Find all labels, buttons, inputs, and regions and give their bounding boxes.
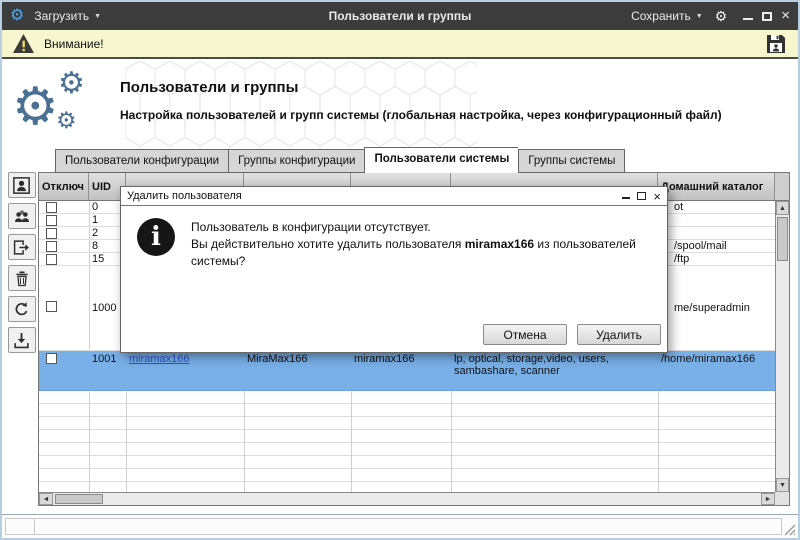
minimize-button[interactable] bbox=[743, 11, 753, 21]
save-menu-button[interactable]: Сохранить ▼ bbox=[631, 9, 703, 23]
confirm-delete-button[interactable]: Удалить bbox=[577, 324, 661, 345]
home-dir-cell bbox=[658, 214, 775, 226]
status-divider bbox=[34, 518, 35, 535]
row-checkbox[interactable] bbox=[46, 228, 57, 239]
scroll-right-button[interactable]: ► bbox=[761, 493, 775, 505]
tab-users-system[interactable]: Пользователи системы bbox=[364, 147, 518, 173]
module-gears-icon: ⚙ ⚙ ⚙ bbox=[12, 69, 104, 145]
row-checkbox[interactable] bbox=[46, 301, 57, 312]
row-checkbox[interactable] bbox=[46, 202, 57, 213]
users-group-icon bbox=[13, 208, 31, 224]
groups-button[interactable] bbox=[8, 203, 36, 229]
refresh-button[interactable] bbox=[8, 296, 36, 322]
home-dir-cell: /spool/mail bbox=[658, 240, 775, 252]
home-dir-cell bbox=[658, 227, 775, 239]
delete-user-dialog: Удалить пользователя × i Пользователь в … bbox=[120, 186, 668, 353]
app-window: ⚙ Загрузить ▼ Пользователи и группы Сохр… bbox=[0, 0, 800, 540]
window-controls: × bbox=[743, 11, 790, 21]
home-dir-cell: ot bbox=[658, 201, 775, 213]
home-dir-cell: /ftp bbox=[658, 253, 775, 265]
dialog-message: Пользователь в конфигурации отсутствует.… bbox=[191, 218, 649, 270]
main-content: ⚙ ⚙ ⚙ Пользователи и группы Настройка по… bbox=[2, 59, 798, 514]
header-corner bbox=[775, 173, 789, 200]
delete-button[interactable] bbox=[8, 265, 36, 291]
horizontal-scrollbar[interactable]: ◄ ► bbox=[39, 492, 775, 505]
resize-grip-icon[interactable] bbox=[783, 523, 796, 536]
settings-gear-icon[interactable]: ⚙ bbox=[715, 9, 728, 23]
vertical-scrollbar[interactable]: ▲ ▼ bbox=[775, 201, 789, 492]
home-dir-cell: me/superadmin bbox=[658, 302, 775, 314]
col-disabled[interactable]: Отключ bbox=[39, 173, 89, 200]
home-dir-cell: /home/miramax166 bbox=[658, 351, 775, 390]
hexagon-pattern bbox=[125, 61, 477, 153]
empty-rows bbox=[39, 391, 775, 492]
row-checkbox[interactable] bbox=[46, 254, 57, 265]
dialog-body: i Пользователь в конфигурации отсутствуе… bbox=[121, 206, 667, 270]
dialog-message-line2: Вы действительно хотите удалить пользова… bbox=[191, 236, 649, 270]
tab-groups-system[interactable]: Группы системы bbox=[518, 149, 625, 173]
app-gear-icon: ⚙ bbox=[10, 8, 24, 24]
download-button[interactable] bbox=[8, 327, 36, 353]
page-subtitle: Настройка пользователей и групп системы … bbox=[120, 108, 785, 122]
tab-groups-config[interactable]: Группы конфигурации bbox=[228, 149, 364, 173]
col-home[interactable]: Домашний каталог bbox=[658, 173, 775, 200]
add-user-button[interactable] bbox=[8, 172, 36, 198]
dialog-maximize-button[interactable] bbox=[637, 192, 646, 200]
titlebar-right: Сохранить ▼ ⚙ × bbox=[631, 9, 790, 23]
dialog-message-line1: Пользователь в конфигурации отсутствует. bbox=[191, 219, 649, 236]
status-bar bbox=[2, 514, 798, 538]
row-checkbox[interactable] bbox=[46, 241, 57, 252]
groups-cell: lp, optical, storage,video, users, samba… bbox=[451, 351, 658, 390]
export-icon bbox=[13, 239, 30, 256]
load-menu-label: Загрузить bbox=[34, 9, 89, 23]
selected-row[interactable]: 1001 miramax166 MiraMax166 miramax166 lp… bbox=[39, 351, 775, 391]
scroll-left-button[interactable]: ◄ bbox=[39, 493, 53, 505]
refresh-icon bbox=[13, 301, 30, 318]
dialog-controls: × bbox=[622, 192, 661, 201]
uid-cell: 1001 bbox=[89, 351, 126, 390]
row-checkbox[interactable] bbox=[46, 353, 57, 364]
scroll-up-button[interactable]: ▲ bbox=[776, 201, 789, 215]
tab-users-config[interactable]: Пользователи конфигурации bbox=[55, 149, 228, 173]
scroll-down-button[interactable]: ▼ bbox=[776, 478, 789, 492]
close-button[interactable]: × bbox=[781, 11, 790, 21]
save-menu-label: Сохранить bbox=[631, 9, 691, 23]
trash-icon bbox=[14, 270, 30, 287]
warning-text: Внимание! bbox=[44, 37, 104, 51]
row-checkbox[interactable] bbox=[46, 215, 57, 226]
group-cell: miramax166 bbox=[351, 351, 451, 390]
status-area bbox=[5, 518, 782, 535]
page-title: Пользователи и группы bbox=[120, 79, 298, 96]
side-toolbar bbox=[5, 172, 38, 353]
dialog-minimize-button[interactable] bbox=[622, 192, 630, 200]
dialog-title: Удалить пользователя bbox=[127, 190, 242, 202]
scrollbar-corner bbox=[775, 492, 789, 505]
titlebar: ⚙ Загрузить ▼ Пользователи и группы Сохр… bbox=[2, 2, 798, 30]
download-icon bbox=[13, 332, 30, 349]
export-button[interactable] bbox=[8, 234, 36, 260]
maximize-button[interactable] bbox=[762, 12, 772, 21]
add-user-icon bbox=[13, 177, 30, 194]
load-menu-button[interactable]: Загрузить ▼ bbox=[34, 9, 101, 23]
dialog-titlebar[interactable]: Удалить пользователя × bbox=[121, 187, 667, 206]
dialog-buttons: Отмена Удалить bbox=[483, 324, 661, 345]
warning-bar: Внимание! bbox=[2, 30, 798, 59]
warning-triangle-icon bbox=[12, 33, 35, 54]
floppy-save-icon[interactable] bbox=[764, 32, 788, 56]
info-icon: i bbox=[137, 218, 175, 256]
chevron-down-icon: ▼ bbox=[696, 13, 703, 20]
tab-bar: Пользователи конфигурации Группы конфигу… bbox=[55, 147, 625, 173]
vertical-scroll-thumb[interactable] bbox=[777, 217, 788, 261]
cancel-button[interactable]: Отмена bbox=[483, 324, 567, 345]
full-name-cell: MiraMax166 bbox=[244, 351, 351, 390]
dialog-close-button[interactable]: × bbox=[653, 192, 661, 201]
user-login-link[interactable]: miramax166 bbox=[129, 353, 190, 365]
chevron-down-icon: ▼ bbox=[94, 13, 101, 20]
window-title: Пользователи и группы bbox=[329, 9, 472, 23]
horizontal-scroll-thumb[interactable] bbox=[55, 494, 103, 504]
